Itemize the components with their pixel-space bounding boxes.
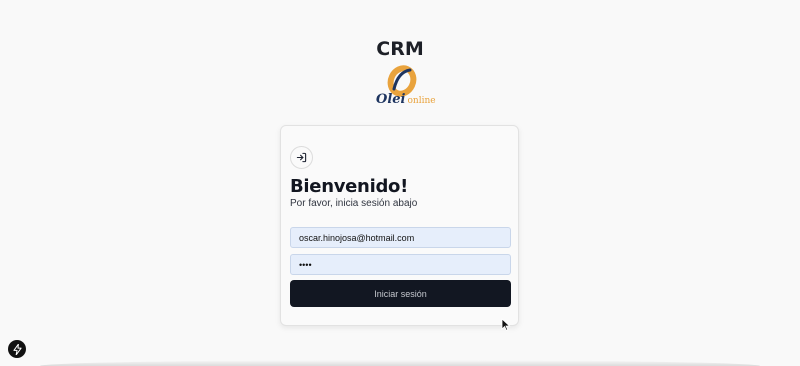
lightning-icon	[12, 343, 22, 355]
bottom-shadow	[40, 360, 760, 366]
logo-wordmark: Olei online	[376, 92, 436, 107]
mouse-cursor-icon	[501, 318, 511, 331]
email-field[interactable]	[290, 227, 511, 248]
app-title: CRM	[376, 38, 424, 60]
login-subtitle: Por favor, inicia sesión abajo	[290, 198, 418, 209]
password-field[interactable]	[290, 254, 511, 275]
dev-tools-button[interactable]	[8, 340, 26, 358]
login-button[interactable]: Iniciar sesión	[290, 280, 511, 307]
welcome-heading: Bienvenido!	[290, 176, 408, 197]
sign-in-icon	[290, 146, 313, 169]
login-page: CRM Olei online Bienvenido! Por favor, in…	[0, 0, 800, 366]
logo-text-main: Olei	[376, 92, 406, 107]
login-card: Bienvenido! Por favor, inicia sesión aba…	[280, 125, 519, 326]
logo-text-sub: online	[407, 96, 436, 106]
